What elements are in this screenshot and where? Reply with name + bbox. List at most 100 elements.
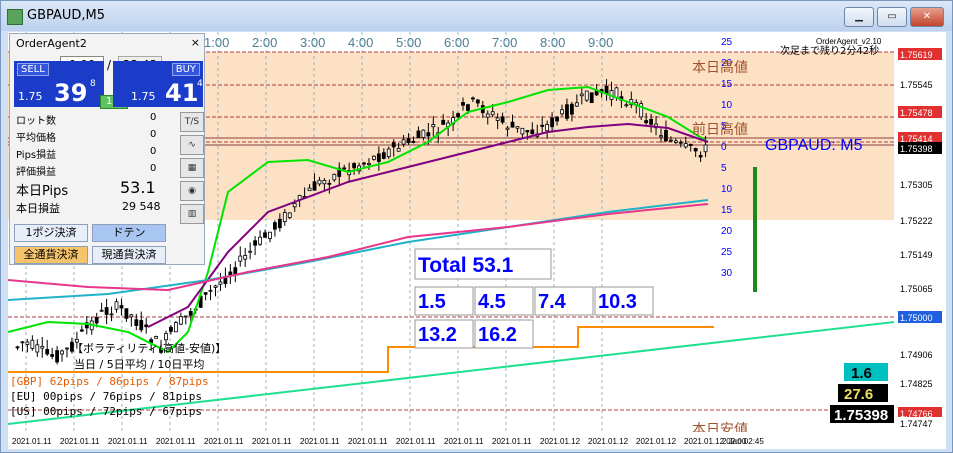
candle-body (79, 329, 84, 332)
candle-body (441, 119, 446, 125)
pips-scale-label: 10 (721, 100, 733, 111)
minimize-button[interactable]: ▁ (844, 7, 874, 27)
trash-icon[interactable]: ▥ (180, 204, 204, 224)
chart-line-icon[interactable]: ∿ (180, 135, 204, 155)
hour-label: 4:00 (348, 35, 373, 50)
close-one-position-button[interactable]: 1ポジ決済 (14, 224, 88, 242)
candle-body (560, 109, 564, 115)
price-tick-label: 1.75478 (900, 108, 933, 118)
row-label-avg: 平均価格 (16, 133, 56, 144)
sell-price-main: 39 (54, 79, 88, 107)
row-value-avg: 0 (150, 129, 157, 140)
row-label-pl: 評価損益 (16, 167, 56, 178)
candle-body (317, 179, 322, 185)
mt4-window: GBPAUD,M5 ▁ ▭ ✕ 21:0022:0023:000:001:002… (0, 0, 953, 453)
candle-body (134, 319, 139, 326)
trade-pips-value: 16.2 (478, 324, 517, 346)
candle-body (352, 163, 357, 169)
candle-body (391, 142, 396, 148)
corner-green-value: 1.6 (851, 365, 872, 382)
today-pl-label: 本日損益 (16, 202, 60, 215)
orderagent-panel: OrderAgent2 × 0.00 / 23.43 SELL 1.75 39 … (9, 33, 205, 265)
buy-price-prefix: 1.75 (131, 90, 156, 103)
close-all-currencies-button[interactable]: 全通貨決済 (14, 246, 88, 264)
candle-body (282, 212, 287, 223)
hour-label: 9:00 (588, 35, 613, 50)
sell-price-prefix: 1.75 (18, 90, 43, 103)
sell-button[interactable]: SELL 1.75 39 8 (14, 61, 104, 107)
candle-body (312, 181, 317, 191)
candle-body (565, 104, 569, 119)
volatility-subtitle: 当日 / 5日平均 / 10日平均 (74, 357, 204, 371)
candle-body (644, 120, 649, 124)
volatility-title: 【ボラティリティ(高値-安値)】 (72, 341, 226, 355)
candle-body (466, 104, 470, 111)
orderagent-close-icon[interactable]: × (191, 36, 200, 49)
candle-body (456, 113, 460, 118)
candle-body (669, 139, 673, 142)
date-label: 2021.01.11 (108, 437, 148, 446)
candle-body (35, 344, 40, 353)
candle-body (65, 347, 69, 350)
hour-label: 3:00 (300, 35, 325, 50)
candle-body (376, 153, 381, 162)
date-label: 2021.01.12 (588, 437, 629, 446)
candle-body (485, 113, 490, 118)
candle-body (371, 155, 376, 160)
candle-body (268, 231, 272, 239)
candle-body (664, 130, 668, 142)
candle-body (649, 118, 653, 125)
candle-body (579, 93, 584, 97)
maximize-button[interactable]: ▭ (877, 7, 907, 27)
grid-icon[interactable]: ▦ (180, 158, 204, 178)
candle-body (188, 311, 193, 316)
pips-scale-label: 0 (721, 142, 727, 153)
candle-body (500, 116, 505, 123)
candle-body (104, 307, 109, 315)
candle-body (154, 336, 159, 339)
date-label: 2021.01.11 (252, 437, 292, 446)
corner-price-value: 1.75398 (834, 407, 888, 424)
camera-icon[interactable]: ◉ (180, 181, 204, 201)
trailing-stop-icon[interactable]: T/S (180, 112, 204, 132)
countdown-label: 次足まで残り2分42秒 (780, 44, 879, 57)
candle-body (129, 314, 134, 318)
candle-body (550, 117, 554, 128)
date-label: 2021.01.11 (156, 437, 196, 446)
close-button[interactable]: ✕ (910, 7, 944, 27)
candle-body (173, 322, 178, 333)
doten-button[interactable]: ドテン (92, 224, 166, 242)
candle-body (164, 333, 168, 341)
candle-body (169, 326, 173, 332)
candle-body (183, 315, 188, 318)
candle-body (406, 138, 411, 144)
candle-body (703, 144, 708, 153)
volatility-bar (753, 167, 757, 292)
price-tick-label: 1.75000 (900, 313, 933, 323)
version-label: OrderAgent_v2.10 (816, 37, 882, 46)
candle-body (421, 129, 426, 138)
hour-label: 1:00 (204, 35, 229, 50)
close-current-currency-button[interactable]: 現通貨決済 (92, 246, 166, 264)
date-label: 2021.01.11 (396, 437, 436, 446)
hour-label: 7:00 (492, 35, 517, 50)
hour-label: 5:00 (396, 35, 421, 50)
candle-body (461, 102, 465, 106)
candle-body (307, 187, 312, 192)
candle-body (678, 141, 683, 144)
candle-body (228, 271, 233, 276)
candle-body (416, 130, 421, 139)
candle-body (614, 87, 619, 98)
candle-body (253, 240, 258, 246)
date-label: 2021.01.11 (444, 437, 484, 446)
candle-body (624, 104, 629, 107)
price-tick-label: 1.75545 (900, 80, 933, 90)
date-label: 2021.01.11 (348, 437, 388, 446)
chart-window-icon (7, 9, 23, 25)
candle-body (381, 152, 386, 159)
candle-body (570, 103, 574, 115)
date-label: 2021.01.12 (540, 437, 581, 446)
buy-button[interactable]: BUY 1.75 41 4 (113, 61, 203, 107)
candle-body (114, 301, 119, 310)
date-label: 2021.01.11 (300, 437, 340, 446)
